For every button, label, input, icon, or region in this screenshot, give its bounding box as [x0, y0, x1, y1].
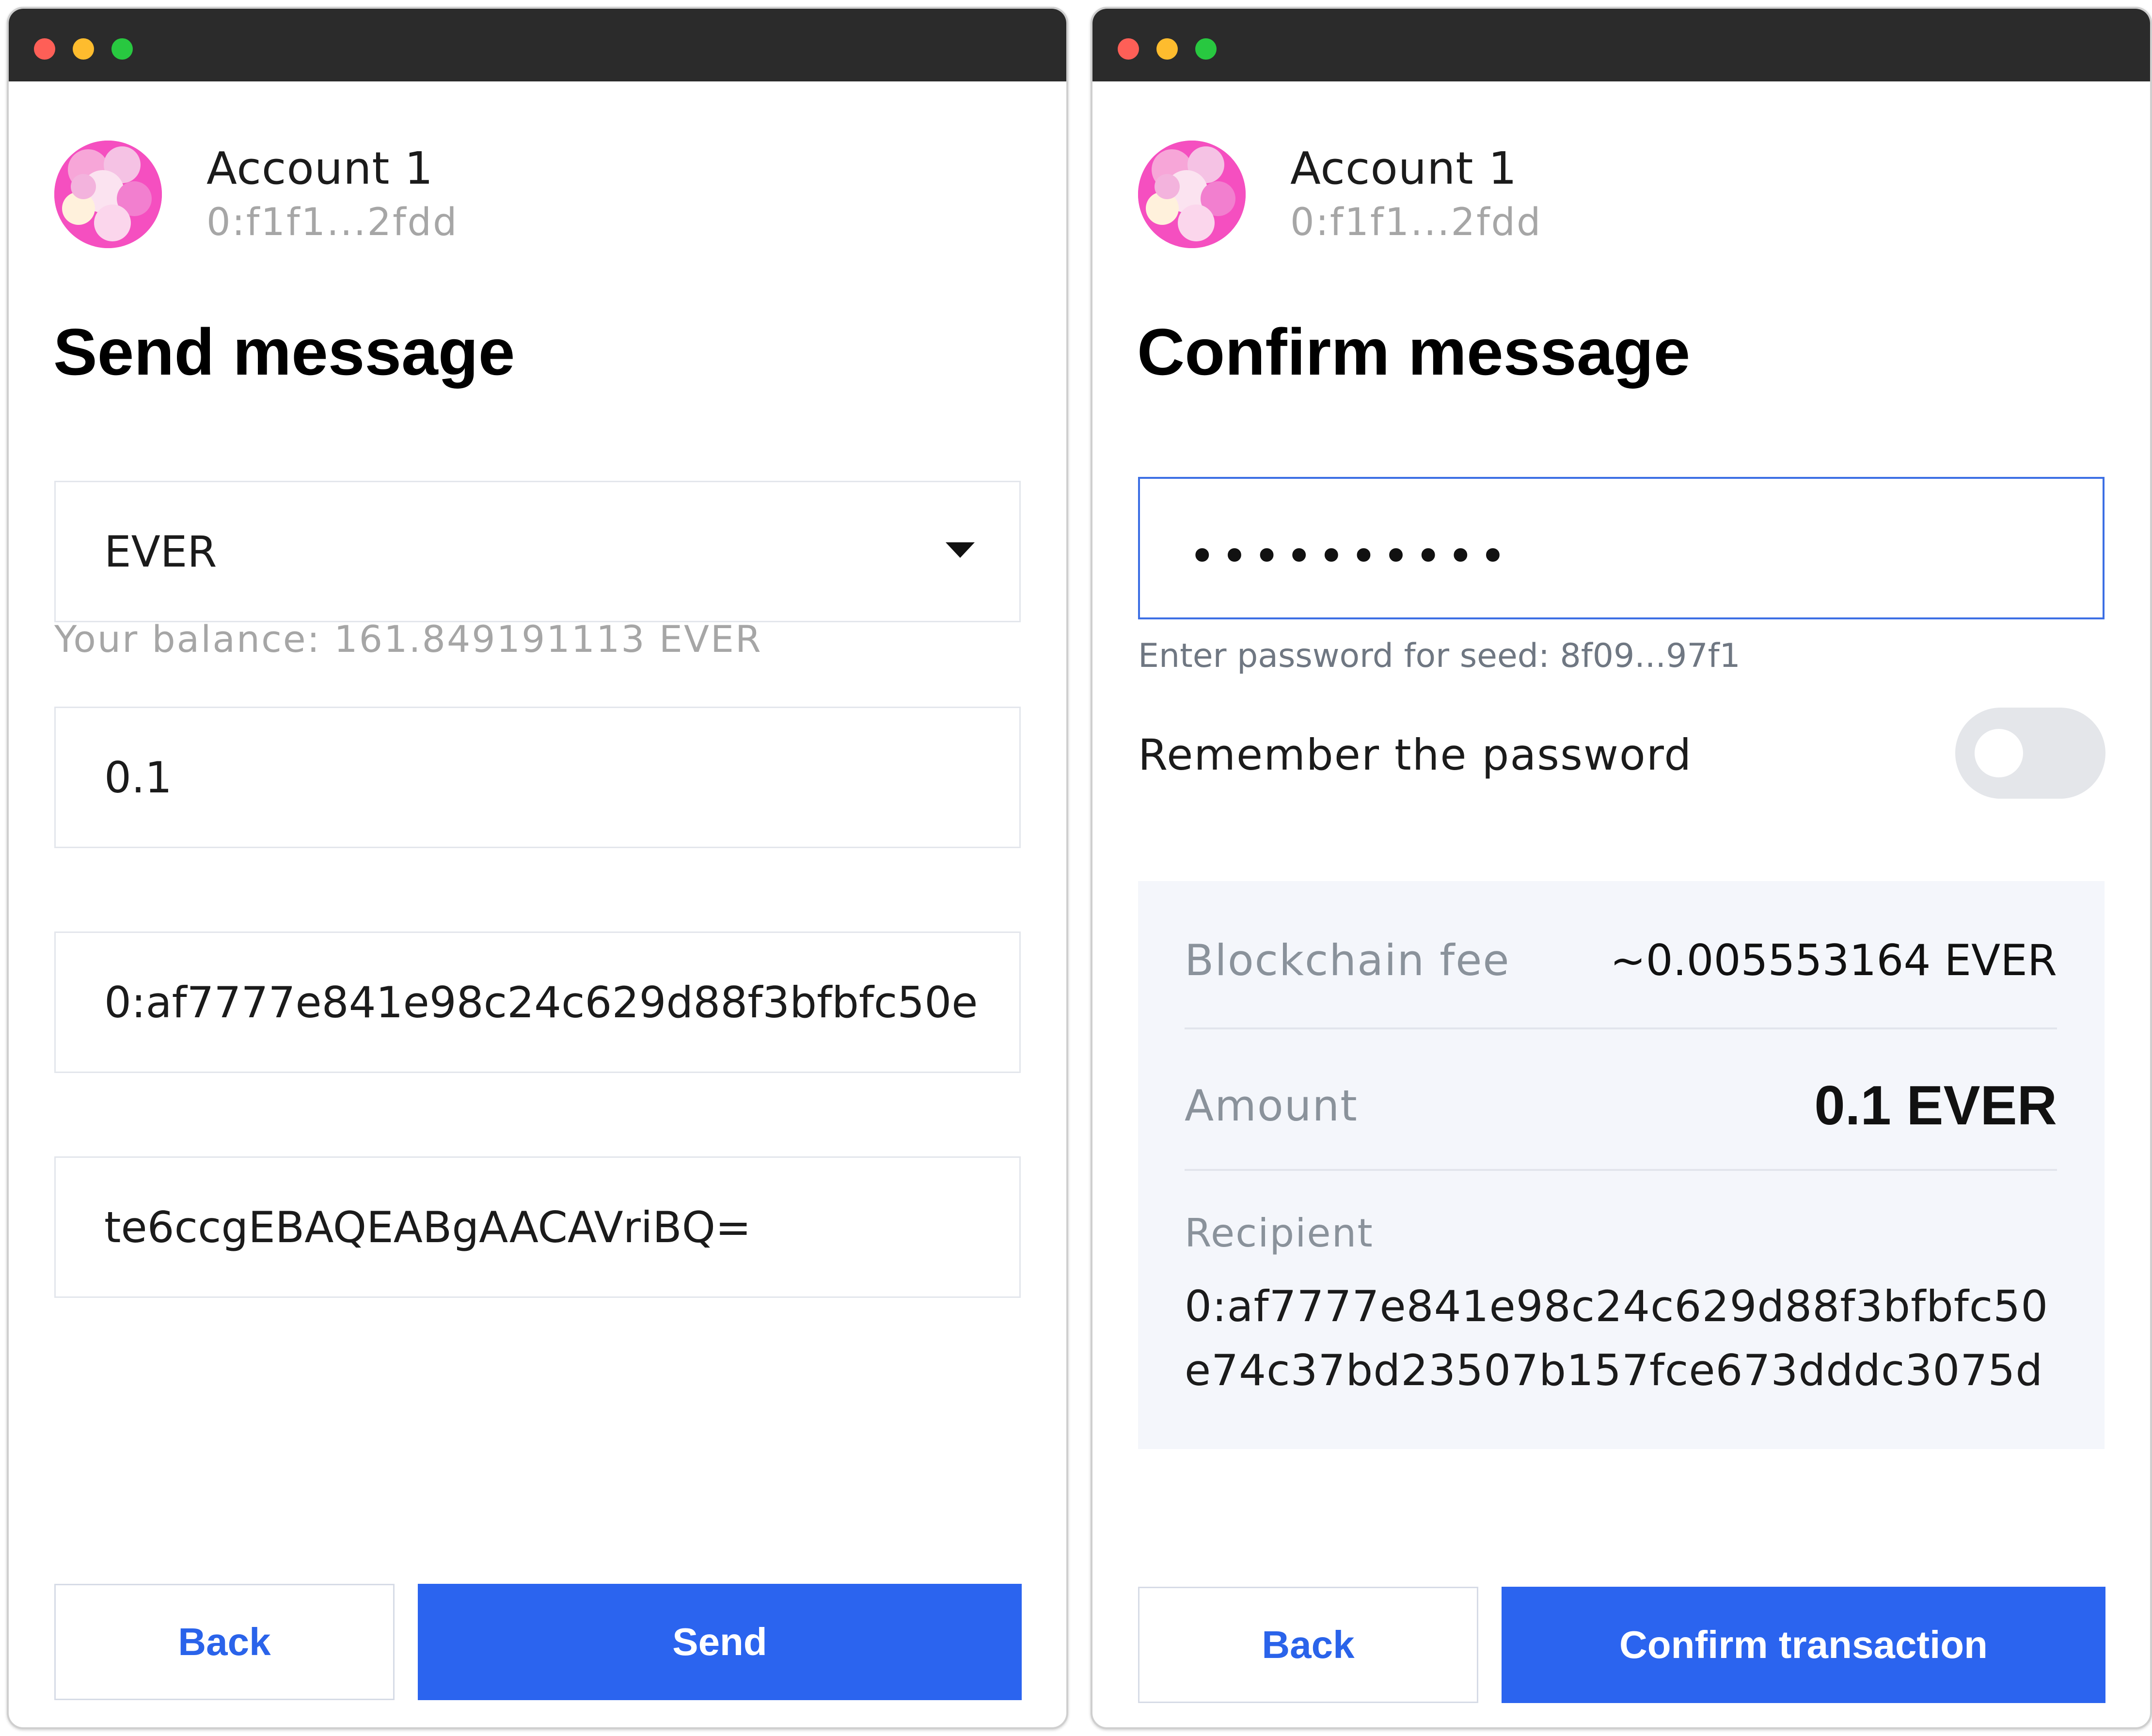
recipient-address: 0:af7777e841e98c24c629d88f3bfbfc50e74c37… — [1185, 1281, 2049, 1395]
page-title: Confirm message — [1137, 315, 1691, 389]
window-titlebar — [1092, 9, 2150, 81]
balance-hint: Your balance: 161.849191113 EVER — [54, 617, 762, 661]
account-name: Account 1 — [1290, 142, 1518, 194]
window-titlebar — [9, 9, 1066, 81]
fee-row: Blockchain fee ~0.005553164 EVER — [1185, 935, 2057, 994]
token-select[interactable]: EVER — [54, 481, 1021, 622]
amount-label: Amount — [1185, 1081, 1358, 1131]
fee-value: ~0.005553164 EVER — [1610, 935, 2057, 985]
remember-password-toggle[interactable] — [1955, 708, 2105, 799]
recipient-input[interactable]: 0:af7777e841e98c24c629d88f3bfbfc50e7 — [54, 931, 1021, 1073]
send-message-content: Account 1 0:f1f1...2fdd Send message EVE… — [9, 81, 1066, 1727]
window-minimize-icon[interactable] — [1156, 38, 1178, 60]
account-address: 0:f1f1...2fdd — [206, 201, 459, 244]
token-select-value: EVER — [104, 526, 217, 577]
remember-password-label: Remember the password — [1138, 730, 1693, 780]
window-close-icon[interactable] — [34, 38, 55, 60]
back-button[interactable]: Back — [1138, 1587, 1478, 1703]
back-button[interactable]: Back — [54, 1584, 395, 1700]
password-masked-value: •••••••••• — [1188, 529, 1512, 584]
window-zoom-icon[interactable] — [1195, 38, 1217, 60]
page-title: Send message — [53, 315, 515, 389]
send-button[interactable]: Send — [418, 1584, 1022, 1700]
transaction-summary: Blockchain fee ~0.005553164 EVER Amount … — [1138, 881, 2105, 1449]
recipient-label: Recipient — [1185, 1211, 1374, 1256]
window-zoom-icon[interactable] — [111, 38, 133, 60]
fee-label: Blockchain fee — [1185, 935, 1510, 985]
recipient-input-value: 0:af7777e841e98c24c629d88f3bfbfc50e7 — [104, 977, 977, 1027]
account-avatar-icon — [54, 141, 162, 248]
account-avatar-icon — [1138, 141, 1246, 248]
toggle-knob — [1975, 729, 2023, 777]
password-input[interactable]: •••••••••• — [1138, 477, 2105, 619]
send-message-window: Account 1 0:f1f1...2fdd Send message EVE… — [7, 7, 1068, 1729]
window-minimize-icon[interactable] — [73, 38, 94, 60]
amount-row: Amount 0.1 EVER — [1185, 1074, 2057, 1142]
recipient-row: Recipient — [1185, 1211, 2057, 1259]
window-close-icon[interactable] — [1118, 38, 1139, 60]
seed-password-hint: Enter password for seed: 8f09...97f1 — [1138, 637, 1741, 675]
amount-input[interactable]: 0.1 — [54, 707, 1021, 848]
payload-input[interactable]: te6ccgEBAQEABgAACAVriBQ= — [54, 1156, 1021, 1298]
confirm-message-window: Account 1 0:f1f1...2fdd Confirm message … — [1091, 7, 2152, 1729]
account-name: Account 1 — [206, 142, 434, 194]
payload-input-value: te6ccgEBAQEABgAACAVriBQ= — [104, 1202, 751, 1252]
confirm-message-content: Account 1 0:f1f1...2fdd Confirm message … — [1092, 81, 2150, 1727]
account-address: 0:f1f1...2fdd — [1290, 201, 1542, 244]
dropdown-caret-icon[interactable] — [946, 542, 975, 558]
summary-divider — [1185, 1027, 2057, 1029]
amount-value: 0.1 EVER — [1814, 1075, 2057, 1136]
amount-input-value: 0.1 — [104, 752, 172, 803]
summary-divider — [1185, 1169, 2057, 1171]
confirm-transaction-button[interactable]: Confirm transaction — [1502, 1587, 2105, 1703]
